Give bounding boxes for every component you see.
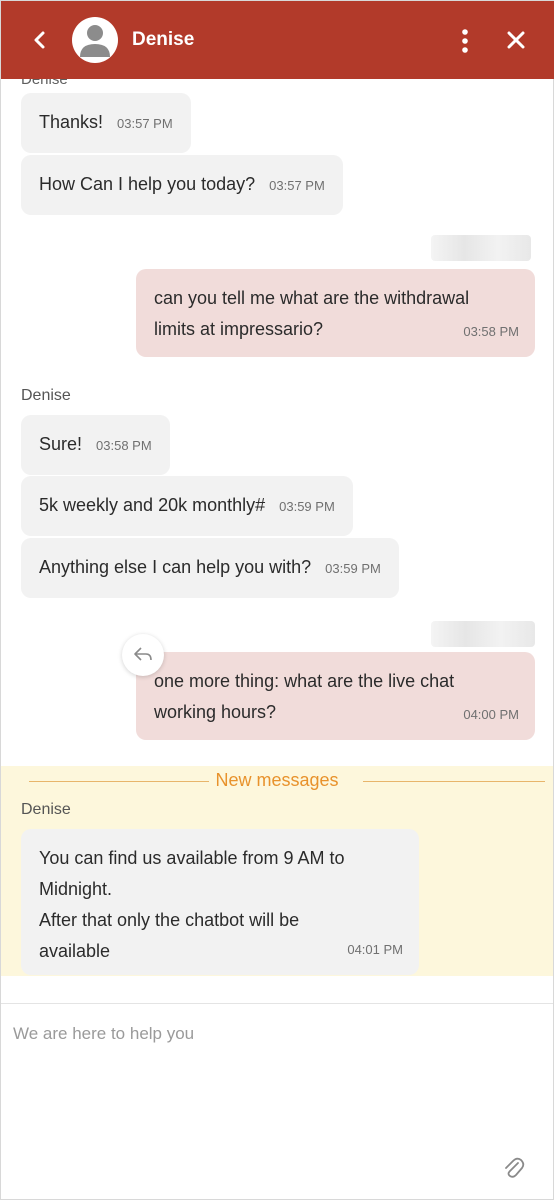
chevron-left-icon <box>34 31 45 49</box>
divider-line <box>363 781 545 782</box>
message-time: 03:59 PM <box>279 499 335 514</box>
message-input[interactable] <box>13 1019 493 1049</box>
message-time: 04:01 PM <box>347 942 403 957</box>
more-options-button[interactable] <box>453 27 477 55</box>
agent-message: 5k weekly and 20k monthly# 03:59 PM <box>21 476 353 536</box>
close-button[interactable] <box>503 27 529 53</box>
user-message: can you tell me what are the withdrawal … <box>136 269 535 357</box>
reply-icon <box>134 647 152 661</box>
message-text: How Can I help you today? <box>39 174 256 194</box>
message-text: Thanks! <box>39 112 104 132</box>
agent-message: Anything else I can help you with? 03:59 … <box>21 538 399 598</box>
message-time: 03:57 PM <box>269 178 325 193</box>
sender-name: Denise <box>21 79 68 88</box>
more-vertical-icon <box>462 29 468 53</box>
sender-name: Denise <box>21 387 71 404</box>
message-text: one more thing: what are the live chat w… <box>154 671 455 722</box>
agent-message: You can find us available from 9 AM to M… <box>21 829 419 975</box>
message-text: Anything else I can help you with? <box>39 557 312 577</box>
message-list[interactable]: Denise Thanks! 03:57 PM How Can I help yo… <box>1 79 553 1003</box>
message-text: can you tell me what are the withdrawal … <box>154 288 470 339</box>
message-text: You can find us available from 9 AM to M… <box>39 848 345 899</box>
agent-message: Sure! 03:58 PM <box>21 415 170 475</box>
blurred-user-name <box>431 621 535 647</box>
message-text: 5k weekly and 20k monthly# <box>39 495 266 515</box>
message-text: After that only the chatbot will be avai… <box>39 910 300 961</box>
message-time: 03:58 PM <box>463 324 519 339</box>
reply-button[interactable] <box>122 634 164 676</box>
new-messages-section: New messages Denise You can find us avai… <box>1 766 553 976</box>
chat-header: Denise <box>1 1 554 79</box>
message-time: 03:57 PM <box>117 116 173 131</box>
sender-name: Denise <box>21 801 71 818</box>
message-time: 03:58 PM <box>96 438 152 453</box>
message-text: Sure! <box>39 434 83 454</box>
agent-message: Thanks! 03:57 PM <box>21 93 191 153</box>
avatar-user-icon <box>80 25 110 57</box>
blurred-user-name <box>431 235 531 261</box>
agent-message: How Can I help you today? 03:57 PM <box>21 155 343 215</box>
message-time: 03:59 PM <box>325 561 381 576</box>
composer-divider <box>1 1003 553 1004</box>
avatar <box>72 17 118 63</box>
back-button[interactable] <box>27 27 53 53</box>
message-time: 04:00 PM <box>463 707 519 722</box>
close-icon <box>507 31 525 49</box>
attach-button[interactable] <box>501 1154 525 1180</box>
user-message: one more thing: what are the live chat w… <box>136 652 535 740</box>
agent-name: Denise <box>132 29 195 50</box>
paperclip-icon <box>505 1157 525 1178</box>
